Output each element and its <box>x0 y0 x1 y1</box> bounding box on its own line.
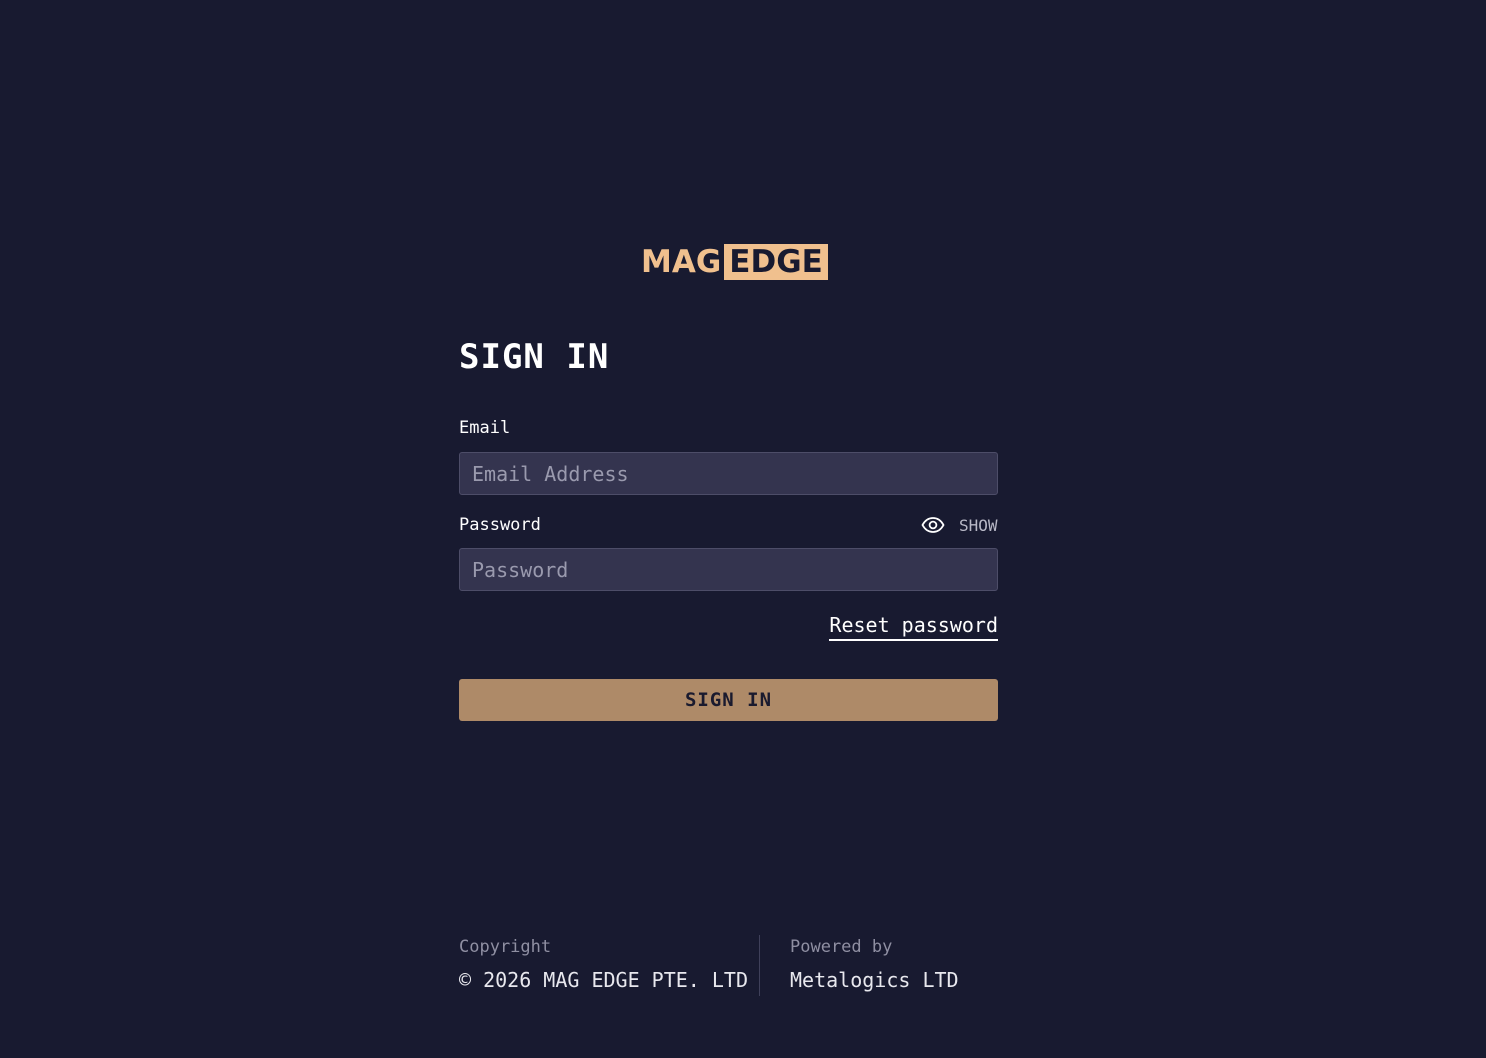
page-title: SIGN IN <box>459 337 610 377</box>
copyright-block: Copyright © 2026 MAG EDGE PTE. LTD <box>459 935 748 992</box>
powered-by-label: Powered by <box>790 937 893 957</box>
copyright-label: Copyright <box>459 937 552 957</box>
footer-divider <box>759 935 760 996</box>
powered-by-company: Metalogics LTD <box>790 968 959 992</box>
copyright-text: © 2026 MAG EDGE PTE. LTD <box>459 968 748 992</box>
login-page: MAG EDGE SIGN IN Email Password SHOW Res… <box>0 0 1486 1058</box>
email-field[interactable] <box>459 452 998 495</box>
sign-in-button[interactable]: SIGN IN <box>459 679 998 721</box>
mag-edge-logo: MAG EDGE <box>641 244 828 280</box>
eye-icon <box>921 517 945 533</box>
show-password-toggle[interactable]: SHOW <box>921 514 998 536</box>
reset-password-link[interactable]: Reset password <box>829 612 998 641</box>
password-field[interactable] <box>459 548 998 591</box>
logo-text-edge: EDGE <box>724 244 828 280</box>
password-label: Password <box>459 515 541 535</box>
show-password-label: SHOW <box>959 515 998 535</box>
logo-text-mag: MAG <box>641 244 722 280</box>
powered-by-block: Powered by Metalogics LTD <box>790 935 959 992</box>
email-label: Email <box>459 418 511 438</box>
